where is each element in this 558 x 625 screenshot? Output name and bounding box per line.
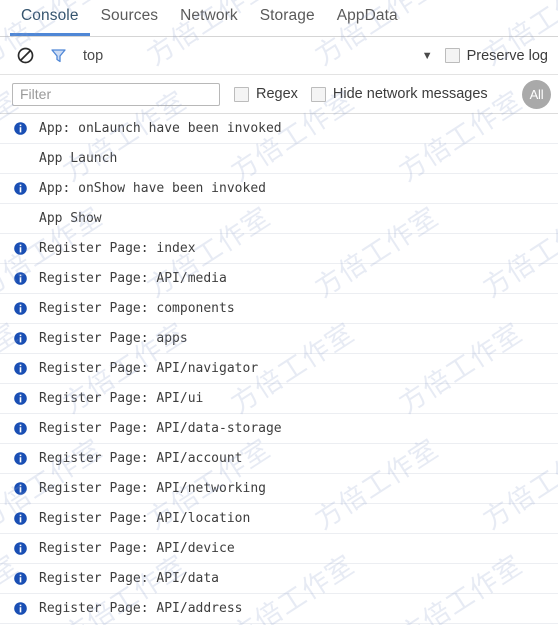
info-icon [14,482,27,495]
filter-funnel-icon[interactable] [47,45,69,67]
log-row[interactable]: App Show [0,204,558,234]
info-icon [14,272,27,285]
log-row-text: Register Page: API/device [39,541,235,556]
tab-sources[interactable]: Sources [90,0,170,36]
log-row-indent [14,212,27,225]
tab-sources-label: Sources [100,7,159,24]
devtools-tab-bar: Console Sources Network Storage AppData [0,0,558,37]
info-icon [14,332,27,345]
log-row-text: App Launch [39,151,118,166]
log-row-text: Register Page: API/ui [39,391,204,406]
tab-storage-label: Storage [259,7,315,24]
log-row[interactable]: Register Page: API/media [0,264,558,294]
log-row-text: Register Page: API/media [39,271,227,286]
log-row-text: Register Page: API/location [39,511,251,526]
log-row[interactable]: Register Page: API/data [0,564,558,594]
log-row[interactable]: Register Page: API/device [0,534,558,564]
hide-network-messages-label: Hide network messages [332,86,488,102]
log-row[interactable]: App: onLaunch have been invoked [0,114,558,144]
log-row-text: Register Page: API/networking [39,481,266,496]
hide-network-messages-checkbox[interactable] [310,86,326,102]
log-row[interactable]: Register Page: API/data-storage [0,414,558,444]
log-row-text: Register Page: API/data-storage [39,421,282,436]
console-filter-bar: Regex Hide network messages All [0,75,558,114]
info-icon [14,392,27,405]
info-icon [14,512,27,525]
info-icon [14,122,27,135]
log-row[interactable]: Register Page: API/account [0,444,558,474]
tab-storage[interactable]: Storage [249,0,326,36]
chevron-down-icon[interactable]: ▼ [422,50,433,62]
devtools-window: Console Sources Network Storage AppData [0,0,558,625]
log-row[interactable]: Register Page: API/networking [0,474,558,504]
log-row-text: Register Page: components [39,301,235,316]
regex-label: Regex [256,86,298,102]
hide-network-messages-checkbox-group[interactable]: Hide network messages [310,86,488,102]
preserve-log-checkbox-group[interactable]: Preserve log [444,47,548,64]
info-icon [14,572,27,585]
tab-console[interactable]: Console [10,0,90,36]
log-row-text: Register Page: API/navigator [39,361,259,376]
tab-network-label: Network [180,7,238,24]
console-log-list[interactable]: App: onLaunch have been invoked App Launc… [0,114,558,625]
info-icon [14,452,27,465]
preserve-log-label: Preserve log [466,47,548,64]
info-icon [14,542,27,555]
clear-console-icon[interactable] [14,45,36,67]
log-row[interactable]: Register Page: API/ui [0,384,558,414]
log-row[interactable]: Register Page: API/location [0,504,558,534]
execution-context-selector[interactable]: top [83,48,422,64]
info-icon [14,242,27,255]
log-row[interactable]: App Launch [0,144,558,174]
log-row[interactable]: Register Page: index [0,234,558,264]
console-control-bar: top ▼ Preserve log [0,37,558,75]
log-row[interactable]: Register Page: apps [0,324,558,354]
log-row-text: Register Page: API/data [39,571,220,586]
tab-console-label: Console [21,7,79,24]
log-row-text: Register Page: API/address [39,601,243,616]
tab-appdata-label: AppData [336,7,398,24]
log-row-text: App Show [39,211,102,226]
log-row-text: App: onShow have been invoked [39,181,266,196]
info-icon [14,182,27,195]
tab-appdata[interactable]: AppData [326,0,409,36]
log-level-badge[interactable]: All [522,79,551,109]
log-row-text: App: onLaunch have been invoked [39,121,282,136]
log-row-text: Register Page: index [39,241,196,256]
regex-checkbox[interactable] [234,86,249,102]
log-row[interactable]: App: onShow have been invoked [0,174,558,204]
log-row-text: Register Page: apps [39,331,188,346]
info-icon [14,602,27,615]
info-icon [14,422,27,435]
log-row[interactable]: Register Page: components [0,294,558,324]
info-icon [14,362,27,375]
filter-input[interactable] [12,82,220,106]
execution-context-value: top [83,47,104,64]
preserve-log-checkbox[interactable] [444,48,460,63]
log-row[interactable]: Register Page: API/navigator [0,354,558,384]
log-row[interactable]: Register Page: API/address [0,594,558,624]
log-row-text: Register Page: API/account [39,451,243,466]
tab-network[interactable]: Network [169,0,249,36]
regex-checkbox-group[interactable]: Regex [234,86,298,102]
info-icon [14,302,27,315]
log-row-indent [14,152,27,165]
